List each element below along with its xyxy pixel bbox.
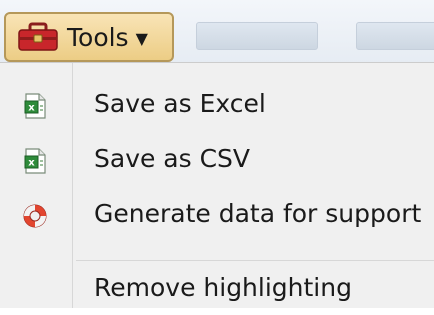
csv-icon: x: [22, 148, 48, 174]
caret-down-icon: ▼: [135, 28, 148, 48]
menu-item-save-as-csv[interactable]: x Save as CSV: [0, 136, 434, 186]
menu-item-generate-support-data[interactable]: Generate data for support: [0, 191, 434, 241]
tools-label: Tools: [67, 22, 129, 52]
menu-item-save-as-excel[interactable]: x Save as Excel: [0, 81, 434, 131]
toolbar-button-blurred[interactable]: [356, 22, 434, 50]
menu-item-remove-highlighting[interactable]: Remove highlighting: [0, 265, 434, 315]
toolbar: Tools ▼: [0, 0, 434, 64]
menu-item-label: Save as Excel: [94, 89, 266, 118]
menu-item-label: Save as CSV: [94, 144, 251, 173]
toolbar-button-blurred[interactable]: [196, 22, 318, 50]
menu-item-label: Remove highlighting: [94, 273, 352, 302]
menu-item-label: Generate data for support: [94, 199, 422, 228]
toolbox-icon: [17, 22, 59, 52]
svg-text:x: x: [28, 158, 35, 169]
svg-text:x: x: [28, 103, 35, 114]
menu-separator: [76, 260, 434, 261]
tools-dropdown-menu: x Save as Excel x Save as CSV Generate d…: [0, 62, 434, 308]
lifebuoy-icon: [22, 203, 48, 229]
tools-menu-button[interactable]: Tools ▼: [4, 12, 174, 62]
excel-icon: x: [22, 93, 48, 119]
